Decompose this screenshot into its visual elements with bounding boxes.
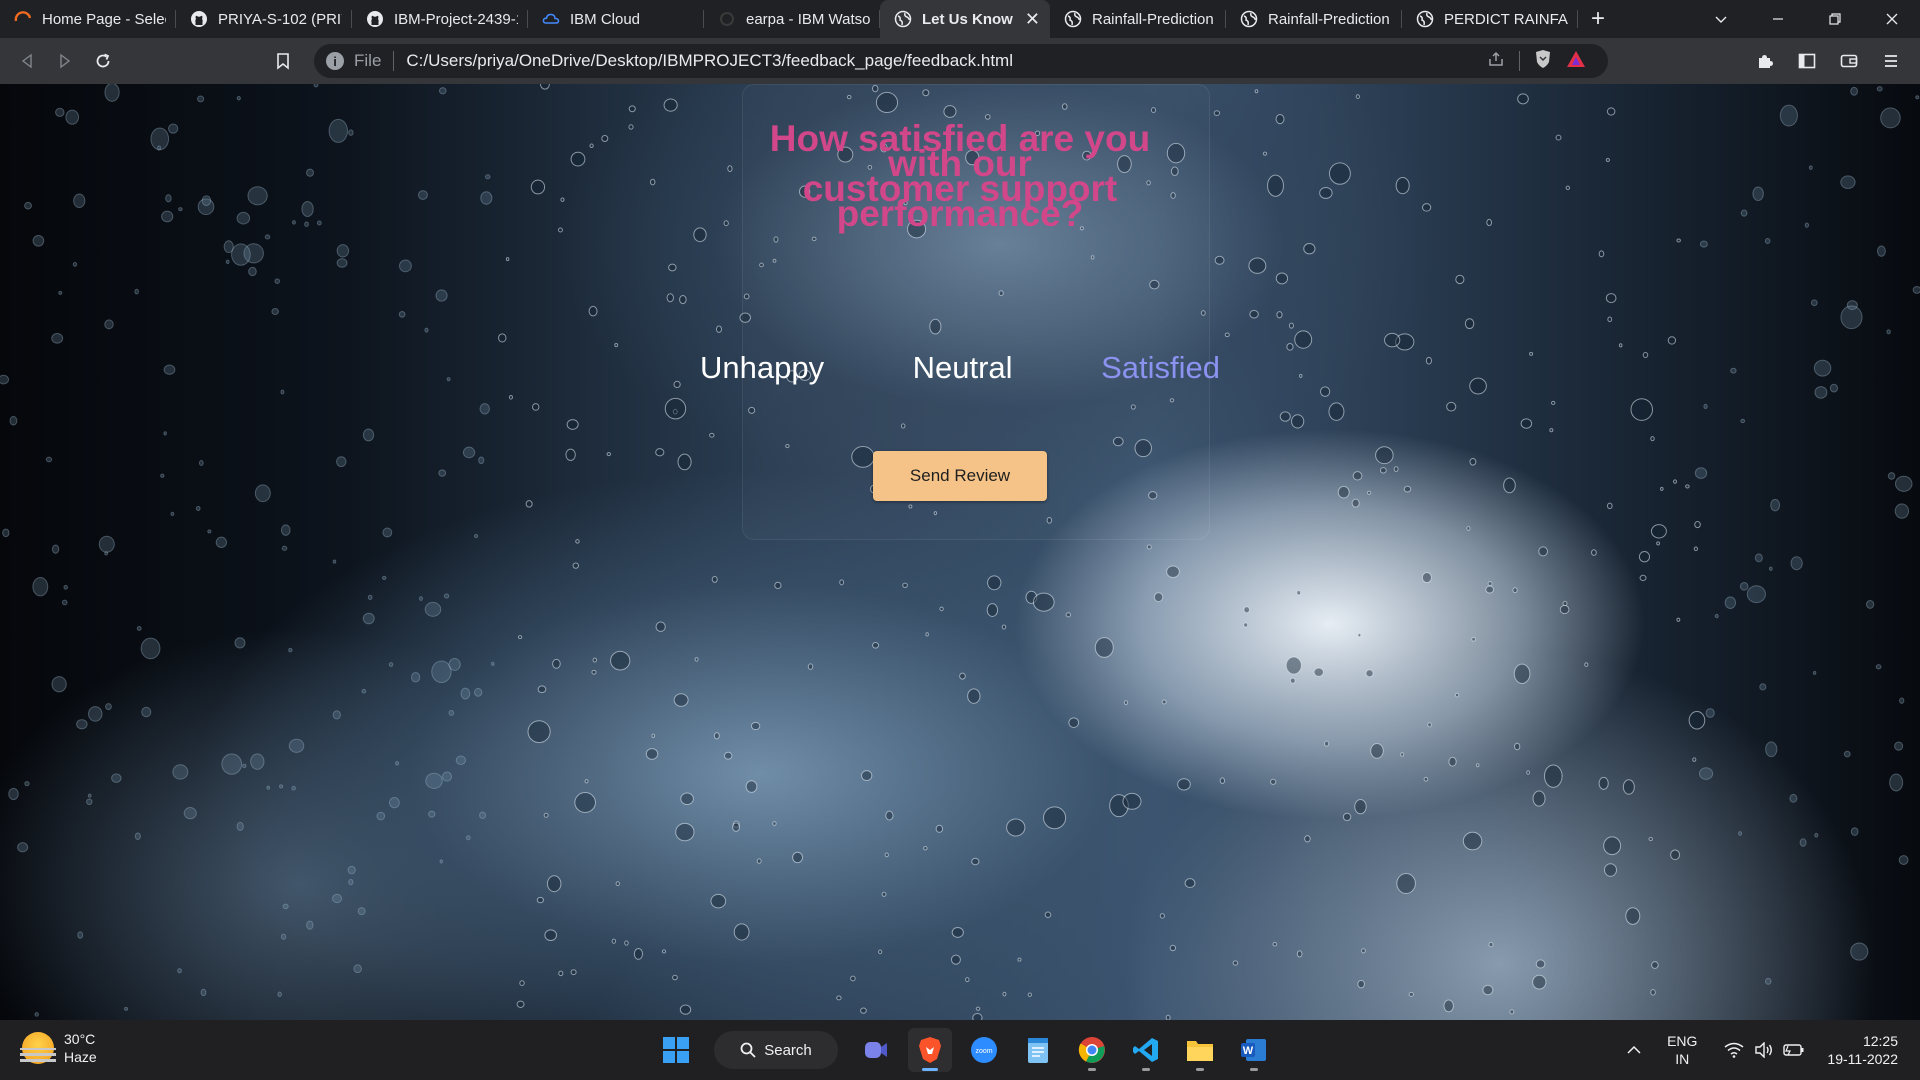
globe-icon [894, 10, 912, 28]
tab-title: Rainfall-Prediction [1092, 10, 1214, 28]
weather-widget[interactable]: 30°C Haze [20, 1030, 97, 1066]
tab-home-page[interactable]: Home Page - Select [0, 0, 176, 38]
address-divider [1519, 51, 1520, 71]
brave-icon[interactable] [908, 1028, 952, 1072]
weather-condition: Haze [64, 1049, 97, 1065]
chrome-icon[interactable] [1070, 1028, 1114, 1072]
volume-icon[interactable] [1749, 1042, 1779, 1058]
language-line-1: ENG [1667, 1033, 1698, 1049]
window-controls [1692, 0, 1920, 38]
search-icon [740, 1042, 756, 1058]
tab-github-ibm-project[interactable]: IBM-Project-2439-1 [352, 0, 528, 38]
wallet-icon[interactable] [1830, 42, 1868, 80]
teams-chat-icon[interactable] [854, 1028, 898, 1072]
toolbar-actions [1746, 42, 1910, 80]
sidebar-icon[interactable] [1788, 42, 1826, 80]
url-text[interactable]: C:/Users/priya/OneDrive/Desktop/IBMPROJE… [406, 51, 1608, 71]
tab-title: IBM-Project-2439-1 [394, 10, 518, 28]
tab-search-icon[interactable] [1692, 0, 1749, 38]
watson-icon [718, 10, 736, 28]
browser-toolbar: i File C:/Users/priya/OneDrive/Desktop/I… [0, 38, 1920, 84]
tab-rainfall-prediction-2[interactable]: Rainfall-Prediction [1226, 0, 1402, 38]
rating-neutral[interactable]: Neutral [913, 350, 1013, 386]
new-tab-button[interactable]: + [1578, 0, 1618, 38]
tab-title: Home Page - Select [42, 10, 166, 28]
share-icon[interactable] [1487, 50, 1505, 73]
globe-icon [1240, 10, 1258, 28]
notepad-icon[interactable] [1016, 1028, 1060, 1072]
tab-feedback-active[interactable]: Let Us Know Yo ✕ [880, 0, 1050, 38]
ibm-swirl-icon [14, 10, 32, 28]
tab-github-priya[interactable]: PRIYA-S-102 (PRIYA [176, 0, 352, 38]
close-window-icon[interactable] [1863, 0, 1920, 38]
taskbar-apps: Search zoom W [654, 1028, 1276, 1072]
haze-weather-icon [20, 1032, 56, 1064]
tab-title: Rainfall-Prediction [1268, 10, 1390, 28]
extensions-icon[interactable] [1746, 42, 1784, 80]
weather-temp: 30°C [64, 1031, 96, 1047]
close-tab-icon[interactable]: ✕ [1025, 9, 1040, 30]
address-bar[interactable]: i File C:/Users/priya/OneDrive/Desktop/I… [314, 44, 1608, 78]
word-icon[interactable]: W [1232, 1028, 1276, 1072]
minimize-icon[interactable] [1749, 0, 1806, 38]
github-icon [190, 10, 208, 28]
search-label: Search [764, 1041, 812, 1059]
forward-icon[interactable] [46, 42, 84, 80]
menu-icon[interactable] [1872, 42, 1910, 80]
rating-options: Unhappy Neutral Satisfied [700, 350, 1220, 386]
globe-icon [1064, 10, 1082, 28]
site-info-icon[interactable]: i [326, 52, 344, 70]
system-tray: ENG IN 12:25 19-11-2022 [1619, 1020, 1920, 1080]
tab-title: earpa - IBM Watsor [746, 10, 870, 28]
wifi-icon[interactable] [1719, 1042, 1749, 1058]
clock-date: 19-11-2022 [1827, 1051, 1898, 1067]
tab-ibm-watson[interactable]: earpa - IBM Watsor [704, 0, 880, 38]
chevron-up-icon[interactable] [1619, 1042, 1649, 1058]
address-divider [393, 51, 395, 71]
clock[interactable]: 12:25 19-11-2022 [1827, 1032, 1898, 1068]
battery-icon[interactable] [1779, 1043, 1809, 1057]
brave-rewards-icon[interactable] [1566, 50, 1586, 73]
tab-ibm-cloud[interactable]: IBM Cloud [528, 0, 704, 38]
feedback-page: How satisfied are you with our customer … [0, 84, 1920, 1020]
globe-icon [1416, 10, 1434, 28]
github-icon [366, 10, 384, 28]
brave-shields-icon[interactable] [1534, 49, 1552, 74]
vscode-icon[interactable] [1124, 1028, 1168, 1072]
language-indicator[interactable]: ENG IN [1667, 1032, 1697, 1068]
back-icon[interactable] [8, 42, 46, 80]
tab-title: PERDICT RAINFALL [1444, 10, 1568, 28]
file-explorer-icon[interactable] [1178, 1028, 1222, 1072]
rating-unhappy[interactable]: Unhappy [700, 350, 824, 386]
svg-text:W: W [1243, 1045, 1254, 1057]
tab-title: IBM Cloud [570, 10, 641, 28]
scheme-label: File [354, 51, 382, 70]
tab-title: PRIYA-S-102 (PRIYA [218, 10, 342, 28]
address-actions [1487, 44, 1586, 78]
send-review-button[interactable]: Send Review [873, 451, 1047, 501]
tab-title: Let Us Know Yo [922, 10, 1017, 28]
restore-icon[interactable] [1806, 0, 1863, 38]
svg-text:zoom: zoom [975, 1048, 992, 1055]
bookmark-icon[interactable] [264, 42, 302, 80]
tab-predict-rainfall[interactable]: PERDICT RAINFALL [1402, 0, 1578, 38]
zoom-icon[interactable]: zoom [962, 1028, 1006, 1072]
language-line-2: IN [1675, 1051, 1690, 1067]
start-icon[interactable] [654, 1028, 698, 1072]
reload-icon[interactable] [84, 42, 122, 80]
rating-satisfied[interactable]: Satisfied [1101, 350, 1220, 386]
taskbar-search[interactable]: Search [714, 1031, 838, 1069]
feedback-question: How satisfied are you with our customer … [742, 120, 1178, 232]
windows-taskbar: 30°C Haze Search zoom W ENG IN 12:25 19-… [0, 1020, 1920, 1080]
cloud-icon [542, 10, 560, 28]
clock-time: 12:25 [1862, 1033, 1898, 1049]
tab-rainfall-prediction-1[interactable]: Rainfall-Prediction [1050, 0, 1226, 38]
browser-tab-strip: Home Page - Select PRIYA-S-102 (PRIYA IB… [0, 0, 1920, 38]
